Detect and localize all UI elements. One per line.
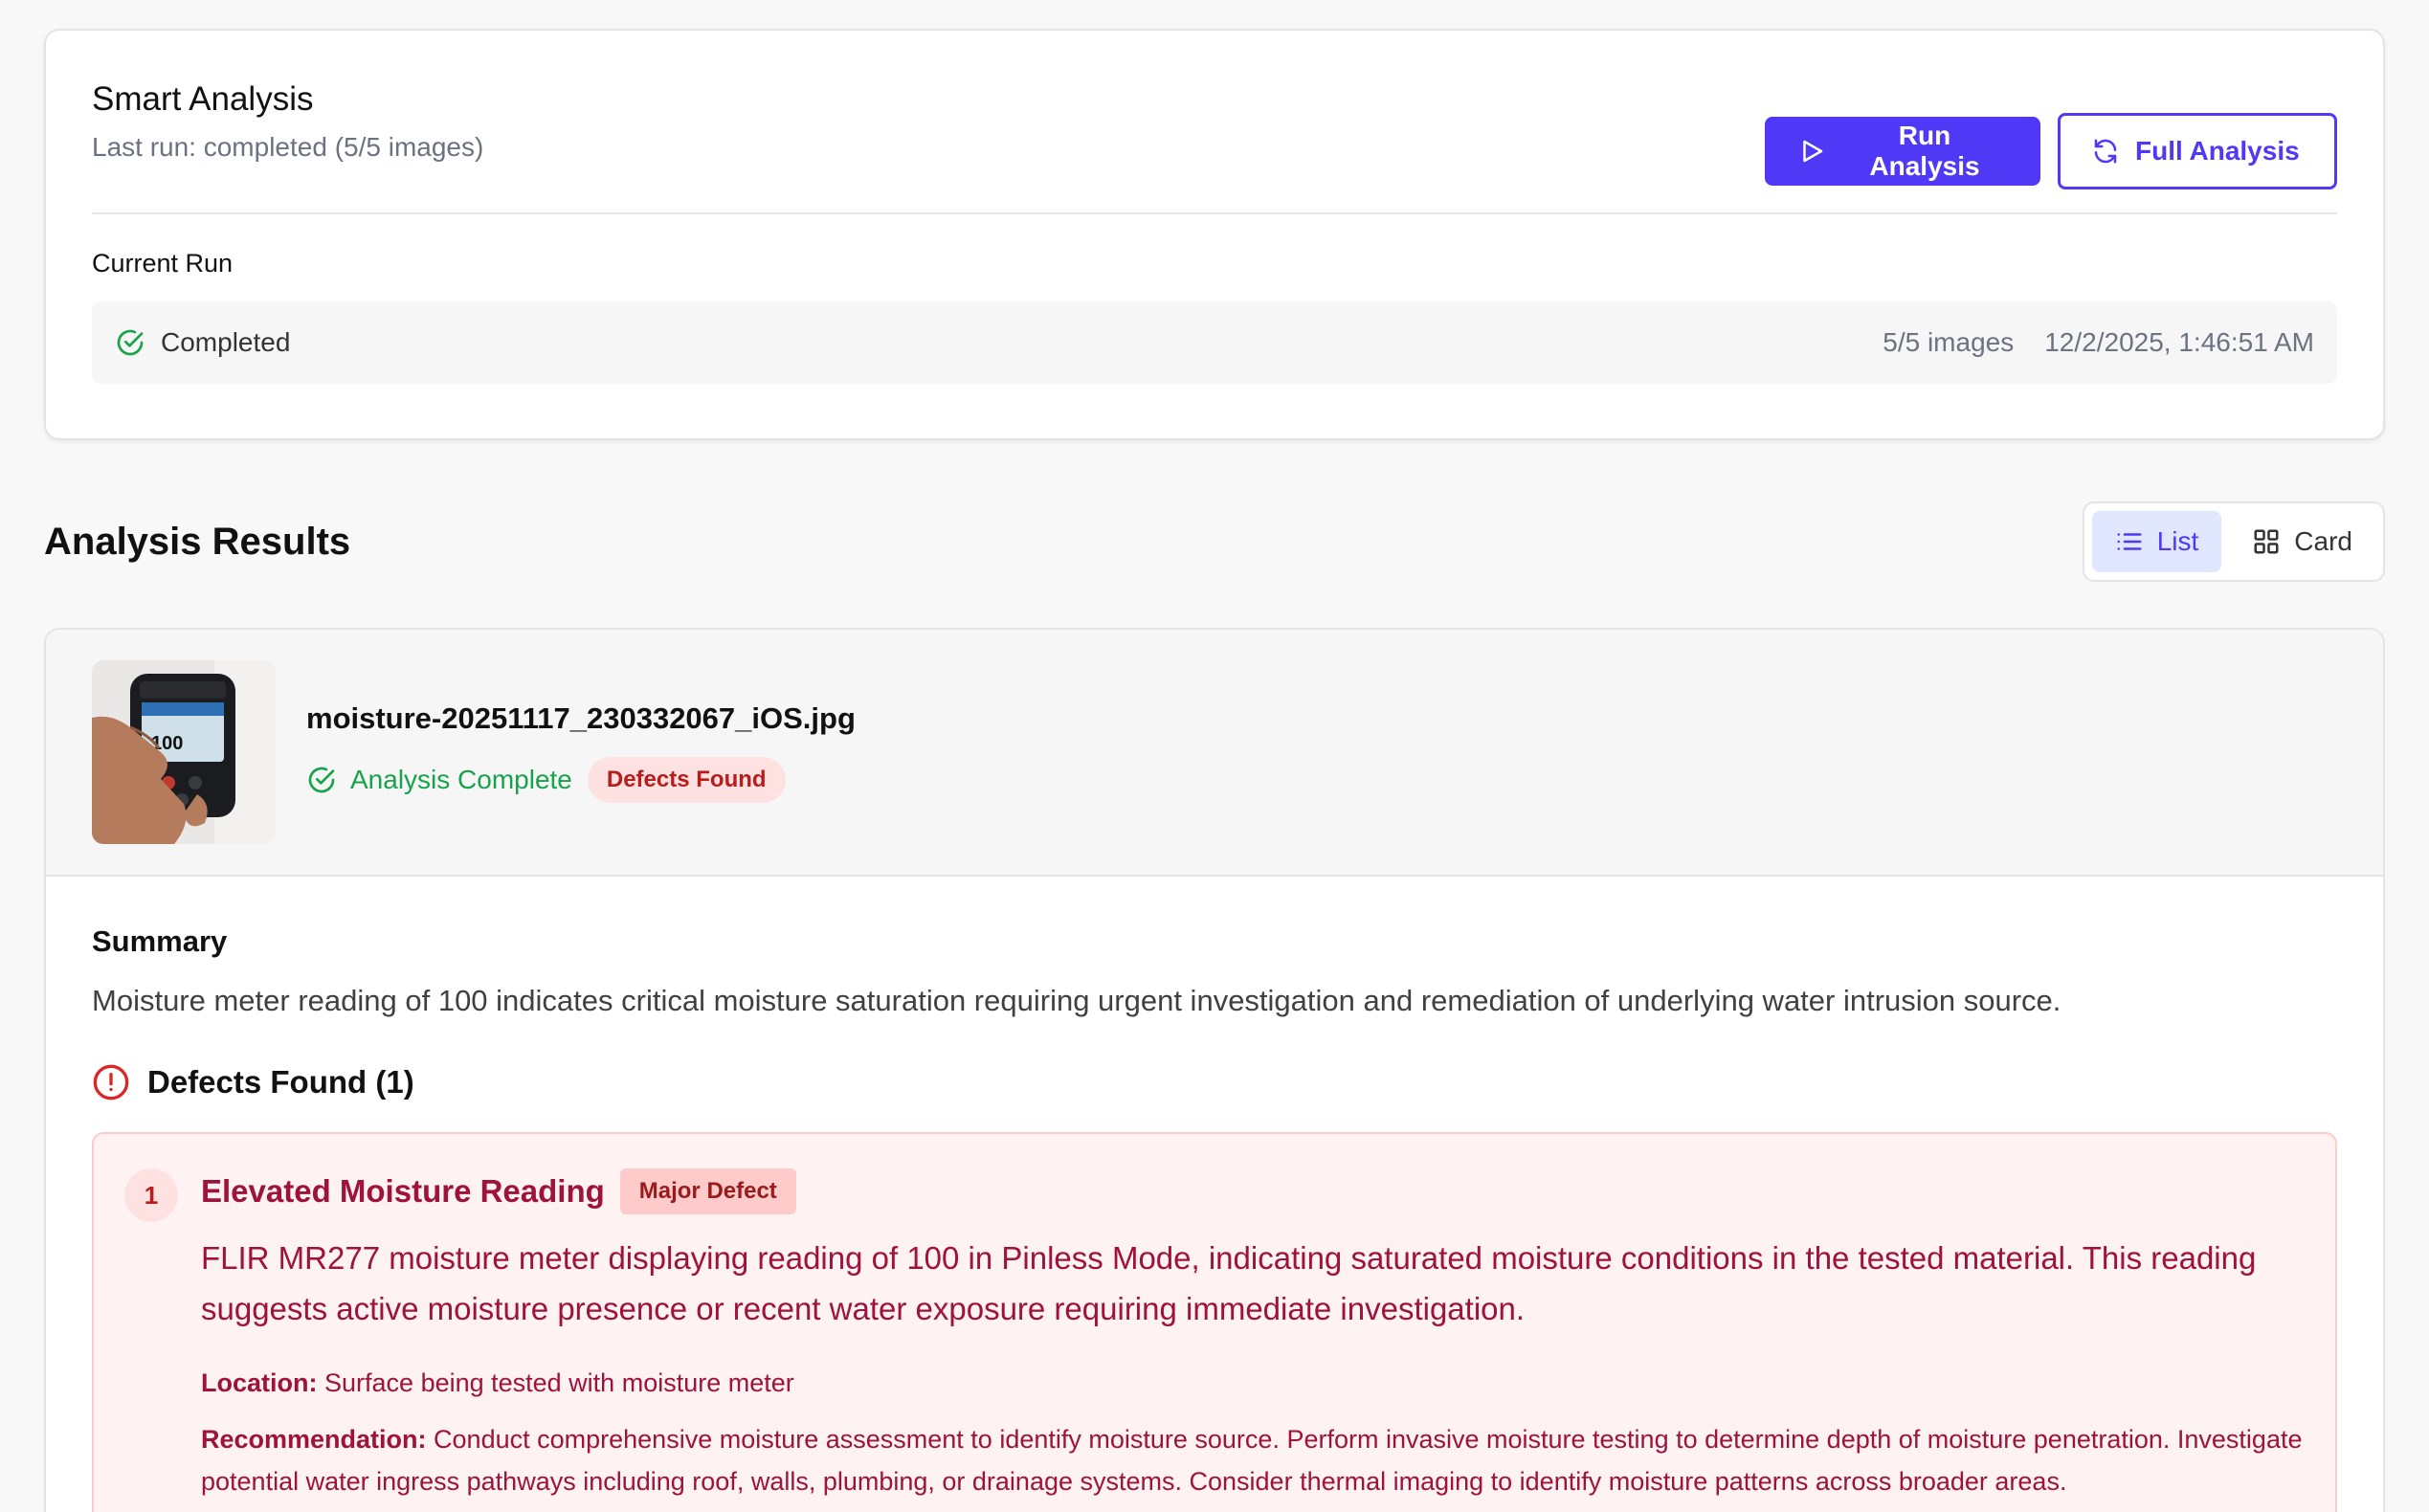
location-value: Surface being tested with moisture meter — [324, 1367, 794, 1397]
smart-analysis-title: Smart Analysis — [92, 80, 314, 118]
location-label: Location: — [201, 1367, 318, 1397]
analysis-status: Analysis Complete — [306, 765, 572, 795]
run-image-count: 5/5 images — [1883, 327, 2015, 357]
analysis-results-header: Analysis Results List Card — [44, 501, 2385, 582]
result-card: 100 moisture-20251117_230332067_iOS.jpg — [44, 628, 2385, 1512]
current-run-label: Current Run — [92, 249, 234, 278]
defects-found-badge: Defects Found — [587, 757, 786, 803]
list-icon — [2117, 533, 2142, 550]
view-toggle: List Card — [2082, 501, 2385, 582]
image-thumbnail[interactable]: 100 — [92, 660, 276, 844]
recommendation-value: Conduct comprehensive moisture assessmen… — [201, 1424, 2303, 1497]
check-circle-icon — [117, 329, 144, 356]
refresh-icon — [2094, 139, 2117, 164]
list-view-button[interactable]: List — [2091, 511, 2222, 572]
alert-circle-icon — [93, 1065, 129, 1101]
smart-analysis-card: Smart Analysis Last run: completed (5/5 … — [44, 29, 2385, 440]
smart-analysis-header: Smart Analysis Last run: completed (5/5 … — [92, 77, 2337, 214]
defects-title: Defects Found (1) — [147, 1064, 414, 1101]
defects-header: Defects Found (1) — [92, 1063, 2337, 1101]
severity-badge: Major Defect — [619, 1168, 796, 1215]
result-card-header[interactable]: 100 moisture-20251117_230332067_iOS.jpg — [46, 630, 2383, 877]
analysis-results-title: Analysis Results — [44, 520, 351, 563]
defect-description: FLIR MR277 moisture meter displaying rea… — [201, 1240, 2257, 1327]
summary-title: Summary — [92, 924, 228, 958]
last-run-text: Last run: completed (5/5 images) — [92, 132, 484, 162]
defect-number: 1 — [124, 1168, 178, 1223]
run-analysis-button[interactable]: Run Analysis — [1765, 117, 2040, 186]
result-card-body: Summary Moisture meter reading of 100 in… — [46, 877, 2383, 1512]
defect-title: Elevated Moisture Reading — [201, 1173, 605, 1210]
list-view-label: List — [2156, 526, 2199, 556]
recommendation-label: Recommendation: — [201, 1424, 427, 1454]
defect-item: 1 Elevated Moisture Reading Major Defect… — [92, 1132, 2337, 1512]
analysis-actions: Run Analysis Full Analysis — [1765, 113, 2337, 189]
page: Smart Analysis Last run: completed (5/5 … — [0, 0, 2429, 1512]
full-analysis-button[interactable]: Full Analysis — [2058, 113, 2337, 189]
file-name: moisture-20251117_230332067_iOS.jpg — [306, 701, 856, 735]
card-view-label: Card — [2294, 526, 2352, 556]
card-view-button[interactable]: Card — [2229, 511, 2375, 572]
analysis-status-label: Analysis Complete — [350, 765, 572, 794]
run-status: Completed — [161, 327, 291, 357]
defect-recommendation: Recommendation: Conduct comprehensive mo… — [201, 1418, 2305, 1503]
play-icon — [1803, 140, 1823, 163]
run-analysis-label: Run Analysis — [1869, 121, 1980, 181]
summary-text: Moisture meter reading of 100 indicates … — [92, 984, 2061, 1017]
run-timestamp: 12/2/2025, 1:46:51 AM — [2044, 327, 2314, 357]
grid-icon — [2254, 529, 2279, 554]
full-analysis-label: Full Analysis — [2135, 136, 2300, 166]
defect-location: Location: Surface being tested with mois… — [201, 1362, 2305, 1405]
check-circle-icon — [308, 767, 335, 793]
current-run-row: Completed 5/5 images 12/2/2025, 1:46:51 … — [92, 301, 2337, 384]
